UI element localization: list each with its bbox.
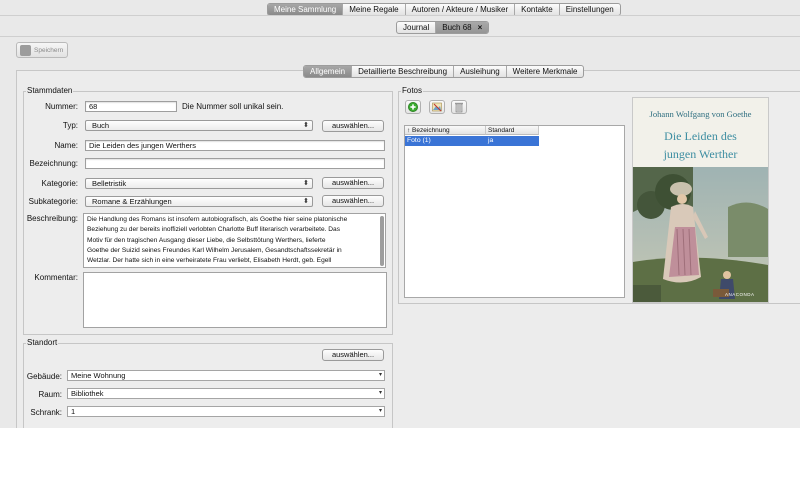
tab-buch-68-label: Buch 68: [442, 23, 472, 32]
nummer-label: Nummer:: [45, 102, 78, 111]
raum-label: Raum:: [38, 390, 62, 399]
tab-allgemein[interactable]: Allgemein: [304, 66, 353, 77]
chevron-updown-icon: ⬍: [303, 198, 309, 205]
save-button-label: Speichern: [34, 46, 64, 54]
tab-einstellungen[interactable]: Einstellungen: [560, 4, 620, 15]
divider: [0, 15, 800, 16]
close-icon[interactable]: ×: [478, 23, 483, 32]
name-field[interactable]: Die Leiden des jungen Werthers: [85, 140, 385, 151]
add-icon: [408, 102, 418, 112]
tab-kontakte[interactable]: Kontakte: [515, 4, 560, 15]
book-cover-image: Johann Wolfgang von Goethe Die Leiden de…: [632, 97, 769, 303]
tab-ausleihung[interactable]: Ausleihung: [454, 66, 507, 77]
chevron-updown-icon: ⬍: [303, 180, 309, 187]
gebaeude-value: Meine Wohnung: [71, 371, 126, 380]
schrank-combo[interactable]: 1 ▾: [67, 406, 385, 417]
subkategorie-value: Romane & Erzählungen: [92, 197, 172, 206]
stammdaten-title: Stammdaten: [26, 86, 74, 95]
beschreibung-line: Wetzlar. Der hatte sich in eine verheira…: [87, 257, 332, 265]
cover-title-line1: Die Leiden des: [664, 129, 737, 143]
save-icon: [20, 44, 31, 56]
tab-detaillierte-beschreibung[interactable]: Detaillierte Beschreibung: [352, 66, 455, 77]
schrank-value: 1: [71, 407, 76, 416]
kommentar-textarea[interactable]: [83, 272, 387, 328]
typ-select[interactable]: Buch ⬍: [85, 120, 313, 131]
photos-table: ↑ Bezeichnung Standard Foto (1) ja: [404, 125, 625, 298]
gebaeude-label: Gebäude:: [26, 372, 62, 381]
bezeichnung-label: Bezeichnung:: [29, 159, 78, 168]
raum-combo[interactable]: Bibliothek ▾: [67, 388, 385, 399]
divider: [0, 36, 800, 37]
cover-publisher: ANACONDA: [725, 292, 755, 297]
beschreibung-line: Die Handlung des Romans ist insofern aut…: [87, 216, 348, 223]
raum-value: Bibliothek: [71, 389, 104, 398]
standort-auswaehlen-button[interactable]: auswählen...: [322, 349, 384, 361]
add-photo-button[interactable]: [405, 100, 421, 114]
standort-title: Standort: [26, 338, 59, 347]
chevron-updown-icon: ⬍: [303, 122, 309, 129]
fotos-title: Fotos: [401, 86, 424, 95]
typ-value: Buch: [92, 121, 110, 130]
chevron-down-icon: ▾: [378, 390, 382, 396]
table-row[interactable]: Foto (1) ja: [405, 136, 539, 146]
tab-meine-sammlung[interactable]: Meine Sammlung: [268, 4, 344, 15]
trash-icon: [455, 102, 463, 113]
beschreibung-line: Motiv für den tragischen Ausgang dieser …: [87, 236, 326, 244]
beschreibung-line: Goethe der Suizid seines Freundes Karl W…: [87, 246, 342, 254]
typ-label: Typ:: [62, 121, 78, 130]
chevron-down-icon: ▾: [378, 408, 382, 414]
column-header-standard[interactable]: Standard: [486, 126, 539, 135]
subkategorie-auswaehlen-button[interactable]: auswählen...: [322, 195, 384, 207]
document-tabs: Journal Buch 68 ×: [396, 21, 490, 34]
typ-auswaehlen-button[interactable]: auswählen...: [322, 120, 384, 132]
beschreibung-textarea[interactable]: Die Handlung des Romans ist insofern aut…: [83, 213, 386, 268]
name-label: Name:: [54, 141, 78, 150]
kategorie-auswaehlen-button[interactable]: auswählen...: [322, 177, 384, 189]
bezeichnung-field[interactable]: [85, 158, 385, 169]
detail-tabs: Allgemein Detaillierte Beschreibung Ausl…: [303, 65, 585, 78]
tab-journal[interactable]: Journal: [397, 22, 437, 33]
kategorie-value: Belletristik: [92, 179, 127, 188]
tab-meine-regale[interactable]: Meine Regale: [343, 4, 406, 15]
kommentar-label: Kommentar:: [34, 273, 78, 282]
subkategorie-select[interactable]: Romane & Erzählungen ⬍: [85, 196, 313, 207]
nummer-field[interactable]: 68: [85, 101, 177, 112]
edit-photo-button[interactable]: [429, 100, 445, 114]
kategorie-select[interactable]: Belletristik ⬍: [85, 178, 313, 189]
chevron-down-icon: ▾: [378, 372, 382, 378]
subkategorie-label: Subkategorie:: [28, 197, 78, 206]
column-header-bezeichnung[interactable]: ↑ Bezeichnung: [405, 126, 486, 135]
kategorie-label: Kategorie:: [41, 179, 78, 188]
beschreibung-line: Beziehung zu der bereits inoffiziell ver…: [87, 226, 341, 234]
gebaeude-combo[interactable]: Meine Wohnung ▾: [67, 370, 385, 381]
cover-title-line2: jungen Werther: [663, 147, 738, 161]
tab-autoren[interactable]: Autoren / Akteure / Musiker: [406, 4, 516, 15]
save-button[interactable]: Speichern: [16, 42, 68, 58]
tab-weitere-merkmale[interactable]: Weitere Merkmale: [507, 66, 584, 77]
schrank-label: Schrank:: [30, 408, 62, 417]
cover-painting-illustration: [633, 167, 768, 302]
cover-author: Johann Wolfgang von Goethe: [649, 109, 752, 119]
beschreibung-label: Beschreibung:: [26, 214, 78, 223]
nummer-note: Die Nummer soll unikal sein.: [182, 102, 284, 111]
tab-buch-68[interactable]: Buch 68 ×: [436, 22, 489, 33]
cell-standard: ja: [488, 137, 494, 144]
edit-image-icon: [432, 102, 442, 112]
app-window: Meine Sammlung Meine Regale Autoren / Ak…: [0, 0, 800, 428]
delete-photo-button[interactable]: [451, 100, 467, 114]
cell-bezeichnung: Foto (1): [407, 137, 431, 144]
scrollbar-thumb[interactable]: [380, 216, 384, 266]
